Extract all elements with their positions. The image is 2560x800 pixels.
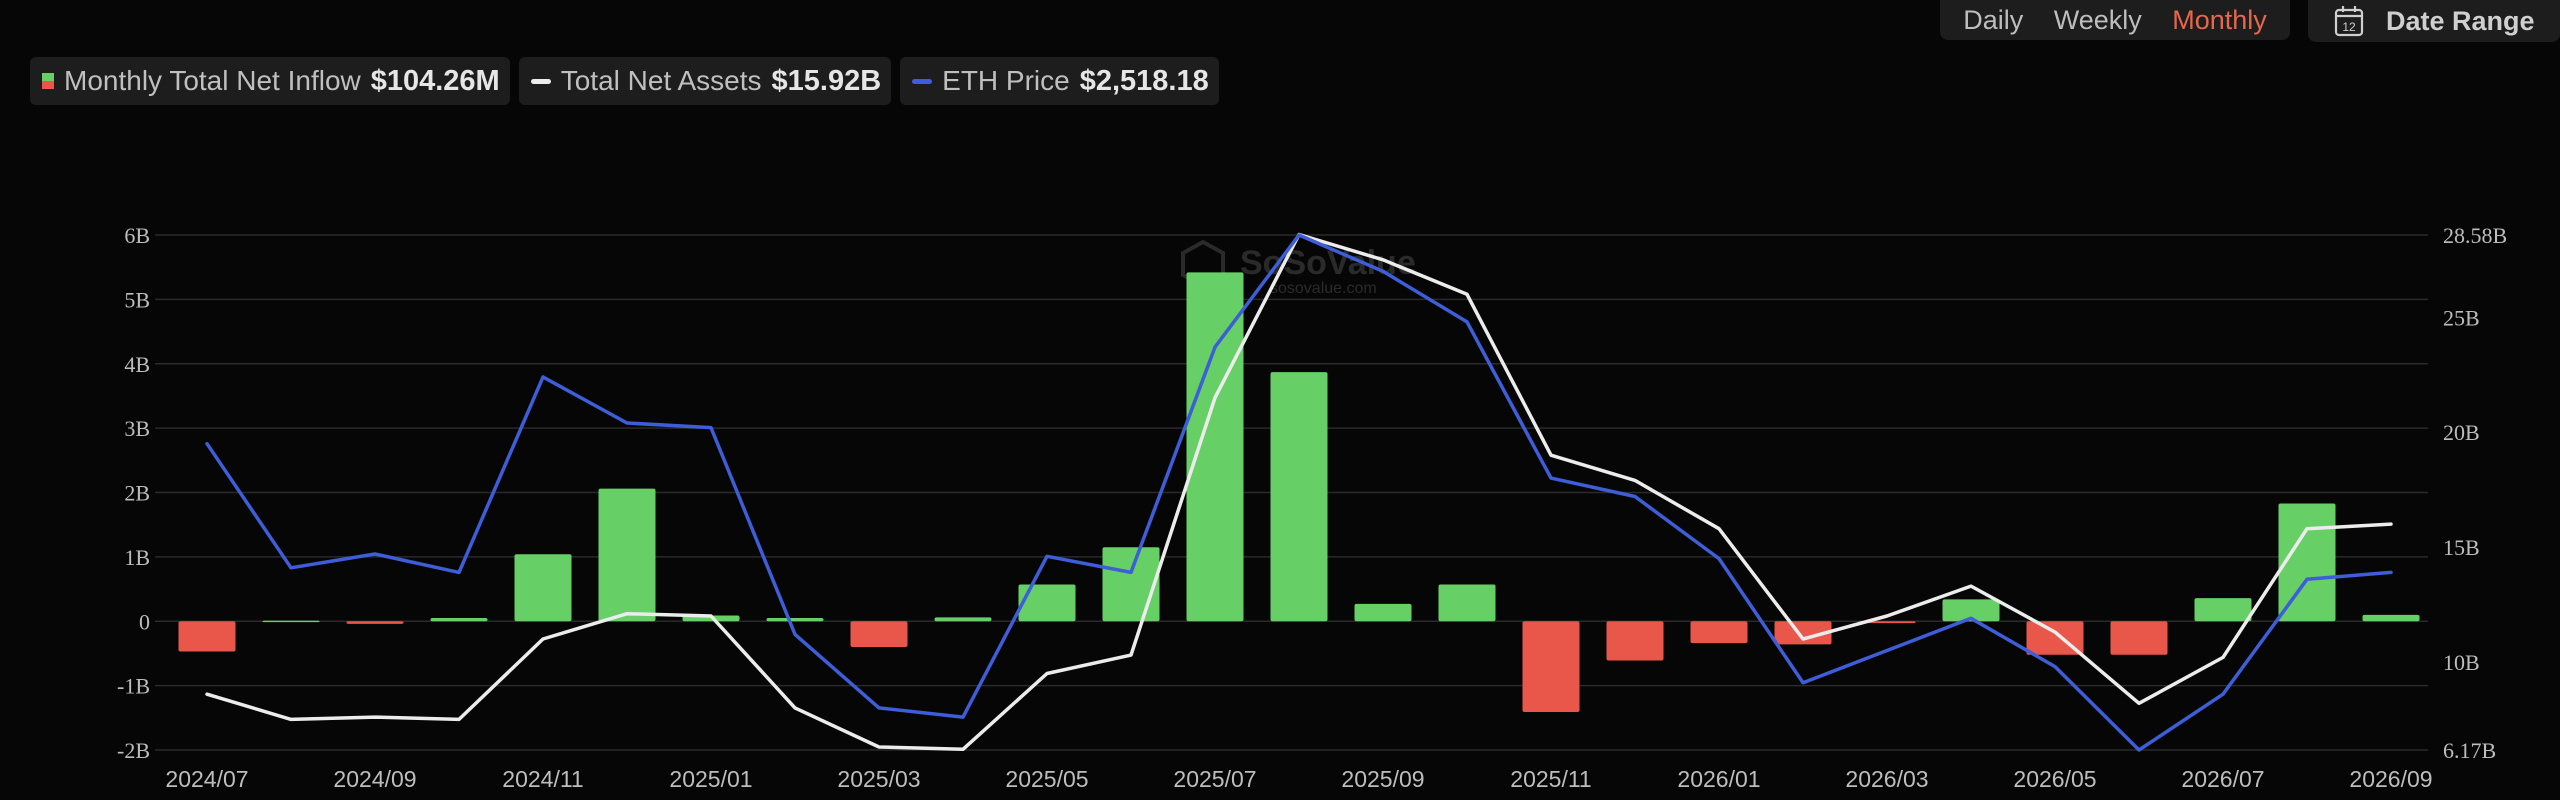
y-right-tick-label: 15B xyxy=(2443,535,2480,560)
x-tick-label: 2026/03 xyxy=(1845,766,1928,792)
inflow-bar xyxy=(1018,584,1076,622)
chart: SoSoValue sosovalue.com -2B-1B01B2B3B4B5… xyxy=(117,223,2507,792)
y-left-tick-label: 4B xyxy=(124,352,150,377)
x-tick-label: 2024/09 xyxy=(333,766,416,792)
x-tick-label: 2026/07 xyxy=(2181,766,2264,792)
y-left-tick-label: 0 xyxy=(139,609,150,634)
x-tick-label: 2025/07 xyxy=(1173,766,1256,792)
inflow-bar xyxy=(598,488,656,622)
inflow-bar xyxy=(1102,547,1160,622)
inflow-bar xyxy=(2362,614,2420,622)
y-left-tick-label: 2B xyxy=(124,481,150,506)
inflow-bar xyxy=(1186,272,1244,622)
inflow-bar xyxy=(2194,598,2252,622)
inflow-bar xyxy=(1270,372,1328,622)
inflow-bar xyxy=(262,620,320,623)
x-tick-label: 2025/01 xyxy=(669,766,752,792)
y-left-tick-label: -2B xyxy=(117,738,150,763)
inflow-bar xyxy=(766,618,824,622)
inflow-bar xyxy=(1690,621,1748,644)
y-right-tick-label: 6.17B xyxy=(2443,738,2496,763)
x-tick-label: 2026/05 xyxy=(2013,766,2096,792)
y-left-tick-label: 1B xyxy=(124,545,150,570)
y-right-tick-label: 10B xyxy=(2443,650,2480,675)
inflow-bar xyxy=(1522,621,1580,713)
inflow-bar xyxy=(1354,603,1412,622)
inflow-bar xyxy=(850,621,908,647)
x-tick-label: 2026/01 xyxy=(1677,766,1760,792)
watermark-site: sosovalue.com xyxy=(1270,280,1377,297)
y-left-tick-label: -1B xyxy=(117,674,150,699)
inflow-bar xyxy=(514,554,572,622)
inflow-bar xyxy=(2110,621,2168,655)
inflow-bar xyxy=(346,621,404,624)
y-left-tick-label: 6B xyxy=(124,223,150,248)
y-right-tick-label: 20B xyxy=(2443,420,2480,445)
x-tick-label: 2024/07 xyxy=(165,766,248,792)
y-right-tick-label: 25B xyxy=(2443,305,2480,330)
x-tick-label: 2024/11 xyxy=(502,766,583,792)
inflow-bar xyxy=(430,618,488,622)
inflow-bar xyxy=(1606,621,1664,661)
x-tick-label: 2026/09 xyxy=(2349,766,2432,792)
y-left-tick-label: 5B xyxy=(124,287,150,312)
y-right-tick-label: 28.58B xyxy=(2443,223,2507,248)
x-tick-label: 2025/03 xyxy=(837,766,920,792)
inflow-bar xyxy=(178,621,236,652)
x-tick-label: 2025/05 xyxy=(1005,766,1088,792)
y-left-tick-label: 3B xyxy=(124,416,150,441)
inflow-bar xyxy=(934,617,992,622)
x-tick-label: 2025/09 xyxy=(1341,766,1424,792)
inflow-bar xyxy=(1438,584,1496,622)
x-tick-label: 2025/11 xyxy=(1510,766,1591,792)
